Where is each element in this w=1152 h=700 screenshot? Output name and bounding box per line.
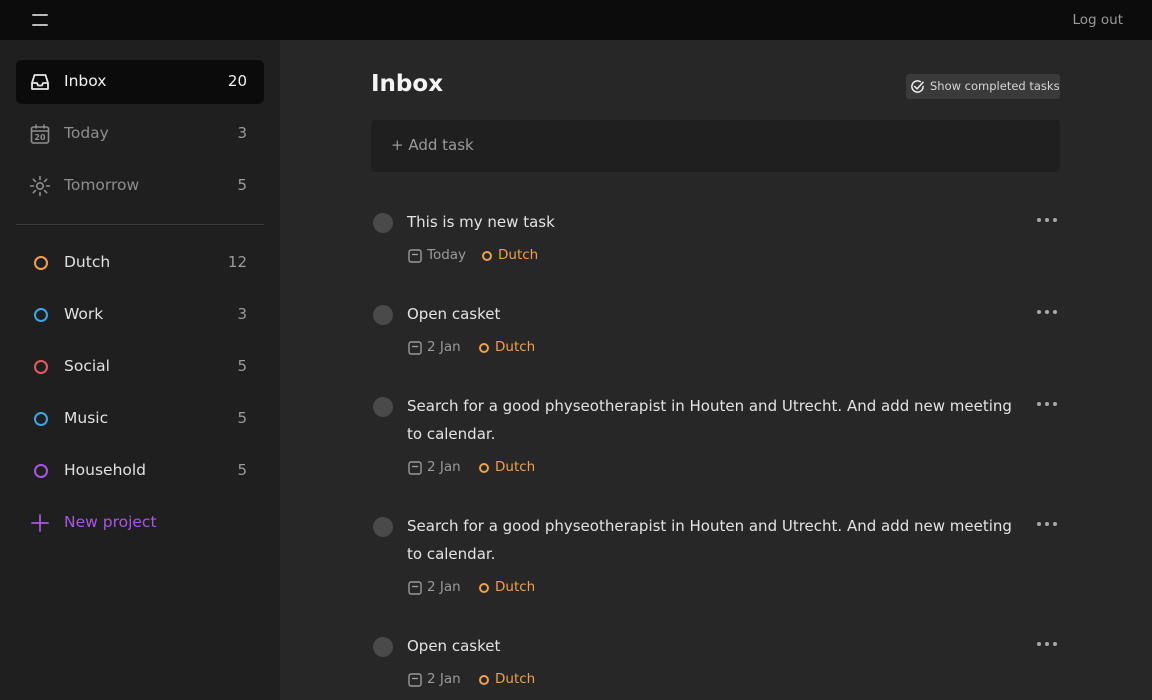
sidebar-item-count: 20 — [227, 72, 247, 90]
project-color-icon — [34, 256, 48, 270]
new-project-button[interactable]: New project — [16, 501, 264, 545]
project-label: Household — [64, 461, 147, 479]
sidebar-project-social[interactable]: Social 5 — [16, 345, 264, 389]
task-complete-checkbox[interactable] — [373, 305, 393, 325]
task-complete-checkbox[interactable] — [373, 637, 393, 657]
calendar-20-icon: 20 — [30, 124, 50, 144]
task-project: Dutch — [498, 247, 539, 263]
project-color-icon — [479, 675, 489, 685]
page-title: Inbox — [371, 71, 444, 97]
new-project-label: New project — [64, 513, 157, 531]
inbox-icon — [31, 74, 49, 90]
sidebar-item-today[interactable]: 20 Today 3 — [16, 112, 264, 156]
calendar-icon — [408, 341, 422, 355]
project-count: 3 — [237, 305, 247, 323]
task-project: Dutch — [495, 671, 536, 687]
sun-icon — [29, 175, 51, 197]
hamburger-icon[interactable] — [30, 12, 50, 28]
calendar-icon — [408, 461, 422, 475]
more-options-icon[interactable] — [1037, 214, 1059, 226]
project-color-icon — [479, 583, 489, 593]
project-color-icon — [34, 412, 48, 426]
project-count: 12 — [227, 253, 247, 271]
sidebar: Inbox 20 20 Today 3 Tomorrow 5 Dutch 12 … — [0, 40, 280, 700]
sidebar-project-household[interactable]: Household 5 — [16, 449, 264, 493]
task-project: Dutch — [495, 339, 536, 355]
task-title[interactable]: Search for a good physeotherapist in Hou… — [407, 512, 1017, 568]
task-date: Today — [427, 247, 467, 263]
sidebar-item-count: 3 — [237, 124, 247, 142]
sidebar-project-work[interactable]: Work 3 — [16, 293, 264, 337]
calendar-icon — [408, 581, 422, 595]
task-title[interactable]: Search for a good physeotherapist in Hou… — [407, 392, 1017, 448]
task-date: 2 Jan — [427, 459, 461, 475]
sidebar-project-music[interactable]: Music 5 — [16, 397, 264, 441]
sidebar-project-dutch[interactable]: Dutch 12 — [16, 241, 264, 285]
check-circle-icon — [911, 80, 924, 93]
project-color-icon — [34, 308, 48, 322]
svg-text:20: 20 — [34, 133, 46, 142]
project-color-icon — [479, 343, 489, 353]
more-options-icon[interactable] — [1037, 398, 1059, 410]
sidebar-item-tomorrow[interactable]: Tomorrow 5 — [16, 164, 264, 208]
sidebar-item-inbox[interactable]: Inbox 20 — [16, 60, 264, 104]
task-title[interactable]: Open casket — [407, 300, 1017, 328]
project-label: Work — [64, 305, 104, 323]
show-completed-button[interactable]: Show completed tasks — [906, 74, 1060, 99]
project-color-icon — [479, 463, 489, 473]
project-label: Social — [64, 357, 110, 375]
task-complete-checkbox[interactable] — [373, 213, 393, 233]
more-options-icon[interactable] — [1037, 306, 1059, 318]
add-task-input[interactable]: + Add task — [371, 120, 1060, 172]
project-count: 5 — [237, 409, 247, 427]
task-complete-checkbox[interactable] — [373, 397, 393, 417]
sidebar-item-label: Today — [64, 124, 109, 142]
top-bar: Log out — [0, 0, 1152, 40]
sidebar-divider — [16, 224, 264, 225]
project-color-icon — [34, 360, 48, 374]
task-title[interactable]: This is my new task — [407, 208, 1017, 236]
calendar-icon — [408, 249, 422, 263]
task-date: 2 Jan — [427, 579, 461, 595]
more-options-icon[interactable] — [1037, 518, 1059, 530]
project-count: 5 — [237, 461, 247, 479]
task-date: 2 Jan — [427, 671, 461, 687]
sidebar-item-count: 5 — [237, 176, 247, 194]
task-title[interactable]: Open casket — [407, 632, 1017, 660]
task-complete-checkbox[interactable] — [373, 517, 393, 537]
more-options-icon[interactable] — [1037, 638, 1059, 650]
project-label: Music — [64, 409, 109, 427]
project-color-icon — [482, 251, 492, 261]
show-completed-label: Show completed tasks — [930, 79, 1060, 93]
project-label: Dutch — [64, 253, 111, 271]
logout-button[interactable]: Log out — [1072, 12, 1123, 28]
task-project: Dutch — [495, 459, 536, 475]
sidebar-item-label: Tomorrow — [64, 176, 140, 194]
sidebar-item-label: Inbox — [64, 72, 107, 90]
project-count: 5 — [237, 357, 247, 375]
calendar-icon — [408, 673, 422, 687]
plus-icon — [31, 514, 49, 532]
project-color-icon — [34, 464, 48, 478]
task-project: Dutch — [495, 579, 536, 595]
add-task-placeholder: + Add task — [391, 136, 474, 154]
task-date: 2 Jan — [427, 339, 461, 355]
